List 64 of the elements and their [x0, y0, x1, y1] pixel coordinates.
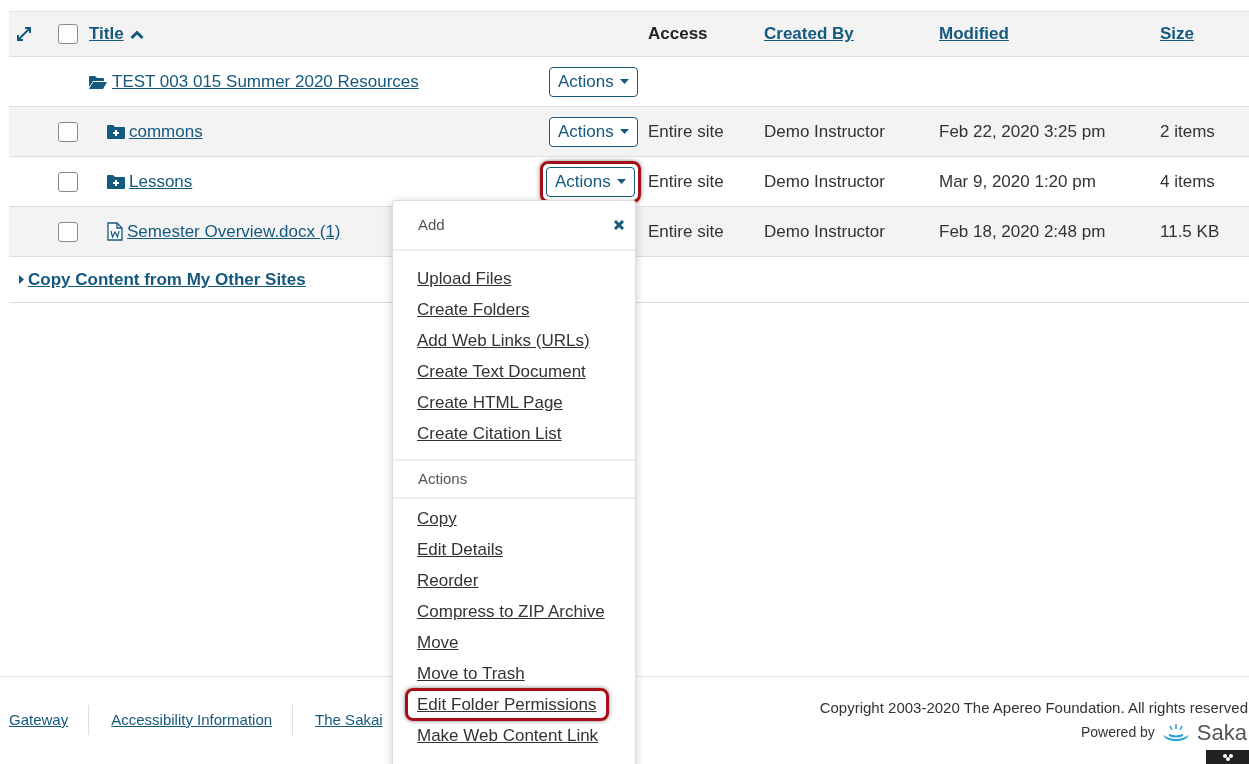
menu-item[interactable]: Upload Files: [417, 265, 512, 292]
logo-text: Saka: [1196, 721, 1248, 744]
folder-plus-icon: [107, 124, 125, 139]
column-header-link[interactable]: Created By: [764, 24, 854, 44]
checkbox[interactable]: [58, 171, 78, 192]
menu-item[interactable]: Create Citation List: [417, 420, 562, 447]
created-by-cell-text: Demo Instructor: [764, 220, 886, 243]
copy-content-link[interactable]: Copy Content from My Other Sites: [19, 266, 306, 293]
menu-item[interactable]: Copy: [417, 505, 457, 532]
created-by-cell-text: Demo Instructor: [764, 170, 886, 193]
open-folder-icon: [89, 74, 107, 89]
item-link[interactable]: commons: [129, 118, 203, 145]
size-cell-text: 2 items: [1160, 120, 1216, 143]
created-by-cell-text: Demo Instructor: [764, 120, 886, 143]
menu-item[interactable]: Make Web Content Link: [417, 722, 599, 749]
close-icon[interactable]: [613, 219, 625, 231]
copyright-text: Copyright 2003-2020 The Apereo Foundation. All rights reserved: [819, 698, 1248, 718]
actions-dropdown-button[interactable]: Actions: [546, 166, 635, 197]
size-cell-text: 4 items: [1160, 170, 1216, 193]
powered-by-text: Powered by: [1080, 723, 1155, 742]
menu-section-title: Actions: [418, 468, 468, 489]
checkbox[interactable]: [58, 121, 78, 142]
menu-item[interactable]: Move to Trash: [417, 660, 525, 687]
access-cell-text: Entire site: [648, 170, 725, 193]
menu-item[interactable]: Add Web Links (URLs): [417, 327, 590, 354]
item-link[interactable]: Lessons: [129, 168, 193, 195]
footer-link[interactable]: Gateway: [9, 708, 69, 732]
menu-item[interactable]: Create HTML Page: [417, 389, 563, 416]
word-document-icon: [107, 222, 123, 241]
actions-dropdown-button[interactable]: Actions: [549, 116, 638, 147]
column-header: Access: [648, 24, 708, 44]
access-cell-text: Entire site: [648, 120, 725, 143]
footer-link[interactable]: The Sakai: [315, 708, 383, 732]
column-header-link[interactable]: Modified: [939, 24, 1009, 44]
help-widget-button[interactable]: [1206, 750, 1249, 764]
size-cell-text: 11.5 KB: [1160, 220, 1221, 243]
menu-item[interactable]: Move: [417, 629, 459, 656]
title-sort-link[interactable]: Title: [89, 21, 541, 47]
people-icon: [1220, 752, 1235, 764]
modified-cell-text: Feb 18, 2020 2:48 pm: [939, 220, 1107, 243]
menu-item[interactable]: Create Text Document: [417, 358, 586, 385]
folder-link[interactable]: TEST 003 015 Summer 2020 Resources: [112, 68, 419, 95]
sakai-logo-icon: [1160, 722, 1191, 743]
item-link[interactable]: Semester Overview.docx (1): [127, 218, 341, 245]
caret-icon: [619, 129, 629, 134]
modified-cell-text: Mar 9, 2020 1:20 pm: [939, 170, 1097, 193]
menu-item[interactable]: Compress to ZIP Archive: [417, 598, 605, 625]
caret-right-icon: [19, 275, 24, 284]
menu-item[interactable]: Reorder: [417, 567, 479, 594]
sort-up-icon: [129, 29, 144, 39]
caret-icon: [619, 79, 629, 84]
actions-dropdown-button[interactable]: Actions: [549, 66, 638, 97]
column-header-link[interactable]: Size: [1160, 24, 1195, 44]
modified-cell-text: Feb 22, 2020 3:25 pm: [939, 120, 1107, 143]
menu-section-title: Add: [418, 214, 445, 235]
menu-item[interactable]: Edit Details: [417, 536, 503, 563]
access-cell-text: Entire site: [648, 220, 725, 243]
folder-plus-icon: [107, 174, 125, 189]
checkbox[interactable]: [58, 221, 78, 242]
menu-item[interactable]: Create Folders: [417, 296, 530, 323]
checkbox[interactable]: [58, 24, 78, 44]
footer-link[interactable]: Accessibility Information: [111, 708, 273, 732]
expand-icon[interactable]: [17, 27, 31, 41]
caret-icon: [616, 179, 626, 184]
